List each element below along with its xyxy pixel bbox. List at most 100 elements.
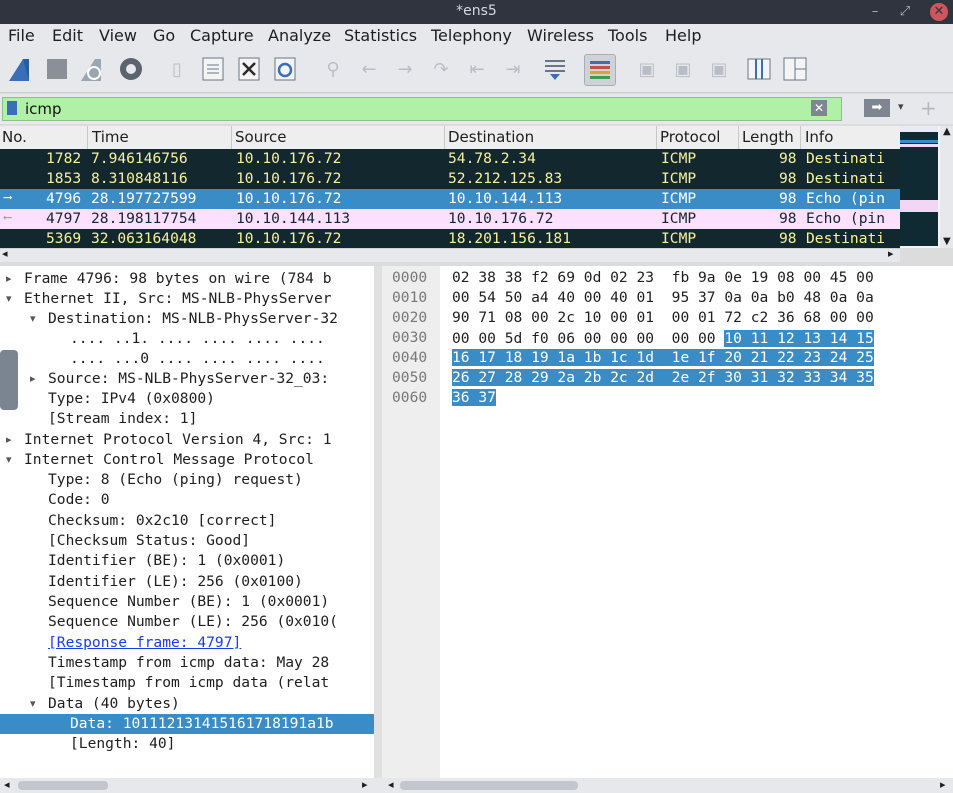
tree-item-timestamp-relative[interactable]: [Timestamp from icmp data (relat: [0, 673, 374, 693]
expand-arrow-icon[interactable]: ▸: [6, 272, 12, 285]
menu-capture[interactable]: Capture: [190, 26, 254, 45]
column-header-source[interactable]: Source: [233, 128, 287, 147]
tree-item-checksum[interactable]: Checksum: 0x2c10 [correct]: [0, 511, 374, 531]
apply-filter-icon[interactable]: ➡: [864, 99, 890, 117]
menu-help[interactable]: Help: [665, 26, 701, 45]
packet-details-tree: ▸ Frame 4796: 98 bytes on wire (784 b ▾ Et…: [0, 266, 374, 778]
menu-tools[interactable]: Tools: [608, 26, 647, 45]
reload-file-icon[interactable]: [270, 54, 300, 84]
tree-item-data[interactable]: ▾ Data (40 bytes): [0, 694, 374, 714]
column-header-time[interactable]: Time: [90, 128, 129, 147]
go-to-packet-icon[interactable]: ↷: [426, 54, 456, 84]
menu-statistics[interactable]: Statistics: [344, 26, 417, 45]
packet-row[interactable]: 5369 32.063164048 10.10.176.72 18.201.15…: [0, 229, 900, 248]
layout-icon[interactable]: [780, 54, 810, 84]
close-file-icon[interactable]: [234, 54, 264, 84]
tree-item-checksum-status[interactable]: [Checksum Status: Good]: [0, 531, 374, 551]
capture-options-gear-icon[interactable]: [116, 54, 146, 84]
packet-list-vertical-scrollbar[interactable]: ▲ ▼: [940, 126, 953, 248]
menu-edit[interactable]: Edit: [52, 26, 83, 45]
tree-item-icmp-type[interactable]: Type: 8 (Echo (ping) request): [0, 470, 374, 490]
bookmark-icon[interactable]: [7, 101, 17, 115]
minimize-button[interactable]: –: [866, 3, 884, 21]
hex-row-selected[interactable]: 26 27 28 29 2a 2b 2c 2d 2e 2f 30 31 32 3…: [452, 369, 874, 386]
tree-item-ig-bit[interactable]: .... ...0 .... .... .... ....: [0, 349, 374, 369]
collapse-arrow-icon[interactable]: ▾: [6, 453, 12, 466]
tree-item-identifier-be[interactable]: Identifier (BE): 1 (0x0001): [0, 551, 374, 571]
column-header-no[interactable]: No.: [0, 128, 27, 147]
hex-row[interactable]: 90 71 08 00 2c 10 00 01 00 01 72 c2 36 6…: [452, 309, 874, 326]
hex-row[interactable]: 00 54 50 a4 40 00 40 01 95 37 0a 0a b0 4…: [452, 289, 874, 306]
menu-go[interactable]: Go: [153, 26, 175, 45]
hex-row[interactable]: 00 00 5d f0 06 00 00 00 00 00 10 11 12 1…: [452, 329, 874, 347]
clear-filter-icon[interactable]: ✕: [811, 100, 827, 116]
find-packet-icon[interactable]: ⚲: [318, 54, 348, 84]
zoom-in-icon[interactable]: ▣: [632, 54, 662, 84]
side-drag-handle[interactable]: [0, 350, 18, 410]
tree-item-data-length[interactable]: [Length: 40]: [0, 734, 374, 754]
menu-view[interactable]: View: [99, 26, 137, 45]
column-header-destination[interactable]: Destination: [446, 128, 534, 147]
menu-wireless[interactable]: Wireless: [527, 26, 594, 45]
collapse-arrow-icon[interactable]: ▾: [30, 697, 36, 710]
display-filter-input[interactable]: [25, 99, 825, 119]
resize-columns-icon[interactable]: [744, 54, 774, 84]
column-header-length[interactable]: Length: [740, 128, 794, 147]
tree-item-stream-index[interactable]: [Stream index: 1]: [0, 409, 374, 429]
go-back-icon[interactable]: ←: [354, 54, 384, 84]
packet-list-horizontal-scrollbar[interactable]: ◂ ▸: [0, 247, 900, 262]
hex-row-selected[interactable]: 16 17 18 19 1a 1b 1c 1d 1e 1f 20 21 22 2…: [452, 349, 874, 366]
tree-item-seq-be[interactable]: Sequence Number (BE): 1 (0x0001): [0, 592, 374, 612]
packet-row[interactable]: ⟵ 4797 28.198117754 10.10.144.113 10.10.…: [0, 209, 900, 229]
zoom-out-icon[interactable]: ▣: [668, 54, 698, 84]
menu-file[interactable]: File: [8, 26, 35, 45]
collapse-arrow-icon[interactable]: ▾: [30, 312, 36, 325]
menu-analyze[interactable]: Analyze: [268, 26, 331, 45]
pane-splitter[interactable]: [374, 266, 382, 778]
tree-item-ethernet[interactable]: ▾ Ethernet II, Src: MS-NLB-PhysServer: [0, 289, 374, 309]
tree-item-identifier-le[interactable]: Identifier (LE): 256 (0x0100): [0, 572, 374, 592]
hex-row-selected[interactable]: 36 37: [452, 389, 496, 406]
tree-item-icmp[interactable]: ▾ Internet Control Message Protocol: [0, 450, 374, 470]
tree-item-lg-bit[interactable]: .... ..1. .... .... .... ....: [0, 329, 374, 349]
collapse-arrow-icon[interactable]: ▾: [6, 292, 12, 305]
offset: 0000: [392, 269, 428, 286]
bottom-horizontal-scrollbars[interactable]: ◂ ▸ ◂ ▸: [0, 778, 953, 793]
packet-row[interactable]: 1782 7.946146756 10.10.176.72 54.78.2.34…: [0, 149, 900, 169]
packet-row-selected[interactable]: ⟶ 4796 28.197727599 10.10.176.72 10.10.1…: [0, 189, 900, 209]
hex-row[interactable]: 02 38 38 f2 69 0d 02 23 fb 9a 0e 19 08 0…: [452, 269, 874, 286]
tree-item-eth-source[interactable]: ▸ Source: MS-NLB-PhysServer-32_03:: [0, 369, 374, 389]
response-frame-link[interactable]: [Response frame: 4797]: [48, 634, 241, 651]
tree-item-frame[interactable]: ▸ Frame 4796: 98 bytes on wire (784 b: [0, 269, 374, 289]
tree-item-seq-le[interactable]: Sequence Number (LE): 256 (0x010(: [0, 612, 374, 632]
open-file-icon[interactable]: ▯: [162, 54, 192, 84]
add-filter-button-icon[interactable]: +: [920, 96, 937, 120]
autoscroll-icon[interactable]: [540, 54, 570, 84]
maximize-button[interactable]: ⤢: [896, 3, 914, 21]
tree-item-icmp-code[interactable]: Code: 0: [0, 490, 374, 510]
filter-dropdown-icon[interactable]: ▾: [898, 100, 910, 116]
save-file-icon[interactable]: [198, 54, 228, 84]
go-forward-icon[interactable]: →: [390, 54, 420, 84]
expand-arrow-icon[interactable]: ▸: [30, 372, 36, 385]
packet-row[interactable]: 1853 8.310848116 10.10.176.72 52.212.125…: [0, 169, 900, 189]
column-header-protocol[interactable]: Protocol: [658, 128, 720, 147]
tree-item-ipv4[interactable]: ▸ Internet Protocol Version 4, Src: 1: [0, 430, 374, 450]
normal-size-icon[interactable]: ▣: [704, 54, 734, 84]
start-capture-icon[interactable]: [6, 54, 36, 84]
colorize-packet-list-icon[interactable]: [584, 54, 616, 86]
menu-telephony[interactable]: Telephony: [431, 26, 512, 45]
column-header-info[interactable]: Info: [803, 128, 833, 147]
expand-arrow-icon[interactable]: ▸: [6, 433, 12, 446]
tree-item-response-frame[interactable]: [Response frame: 4797]: [0, 633, 374, 653]
stop-capture-icon[interactable]: [42, 54, 72, 84]
tree-item-eth-destination[interactable]: ▾ Destination: MS-NLB-PhysServer-32: [0, 309, 374, 329]
tree-item-timestamp[interactable]: Timestamp from icmp data: May 28: [0, 653, 374, 673]
close-button[interactable]: ✕: [930, 3, 948, 21]
packet-minimap[interactable]: [900, 126, 938, 246]
restart-capture-icon[interactable]: [78, 54, 108, 84]
first-packet-icon[interactable]: ⇤: [462, 54, 492, 84]
last-packet-icon[interactable]: ⇥: [498, 54, 528, 84]
tree-item-eth-type[interactable]: Type: IPv4 (0x0800): [0, 389, 374, 409]
tree-item-data-bytes-selected[interactable]: Data: 101112131415161718191a1b: [0, 714, 374, 734]
